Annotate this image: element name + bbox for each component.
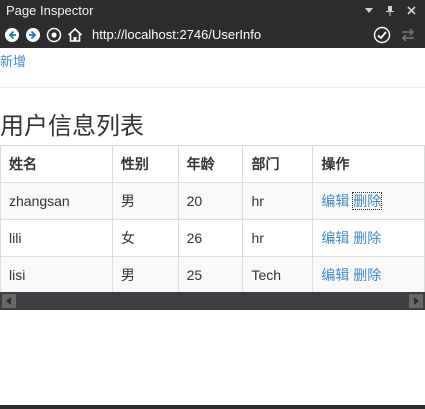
cell-dept: hr: [242, 219, 314, 257]
delete-link[interactable]: 删除: [352, 192, 383, 210]
divider: [0, 87, 425, 88]
check-icon[interactable]: [373, 26, 391, 44]
sync-icon[interactable]: [399, 26, 417, 44]
column-header-name: 姓名: [0, 145, 113, 183]
scroll-right-icon[interactable]: [409, 294, 423, 308]
forward-icon[interactable]: [25, 27, 41, 43]
browse-icon[interactable]: [46, 27, 62, 43]
table-row: lisi 男 25 Tech 编辑 删除: [0, 256, 425, 294]
column-header-age: 年龄: [177, 145, 244, 183]
edit-link[interactable]: 编辑: [321, 230, 349, 246]
dropdown-icon[interactable]: [362, 4, 376, 18]
back-icon[interactable]: [4, 27, 20, 43]
cell-name: lili: [0, 219, 113, 257]
url-field[interactable]: http://localhost:2746/UserInfo: [92, 27, 373, 42]
edit-link[interactable]: 编辑: [321, 267, 349, 283]
cell-age: 20: [177, 182, 244, 220]
cell-actions: 编辑 删除: [312, 256, 425, 294]
new-link[interactable]: 新增: [0, 51, 26, 70]
horizontal-scrollbar[interactable]: [0, 292, 425, 310]
cell-actions: 编辑 删除: [312, 219, 425, 257]
cell-name: lisi: [0, 256, 113, 294]
scroll-left-icon[interactable]: [2, 294, 16, 308]
column-header-gender: 性别: [111, 145, 179, 183]
cell-age: 26: [177, 219, 244, 257]
edit-link[interactable]: 编辑: [321, 193, 349, 209]
column-header-dept: 部门: [242, 145, 314, 183]
cell-dept: Tech: [242, 256, 314, 294]
table-row: lili 女 26 hr 编辑 删除: [0, 219, 425, 257]
cell-name: zhangsan: [0, 182, 113, 220]
home-icon[interactable]: [67, 27, 83, 43]
cell-age: 25: [177, 256, 244, 294]
user-table: 姓名 性别 年龄 部门 操作 zhangsan 男 20 hr 编辑 删除 li…: [0, 145, 425, 294]
pin-icon[interactable]: [383, 4, 397, 18]
bottom-edge: [0, 405, 425, 409]
cell-gender: 男: [111, 182, 179, 220]
window-titlebar: Page Inspector: [0, 0, 425, 21]
column-header-actions: 操作: [312, 145, 425, 183]
window-title: Page Inspector: [6, 3, 94, 18]
page-title: 用户信息列表: [0, 113, 144, 140]
inspector-toolbar: http://localhost:2746/UserInfo: [0, 21, 425, 48]
cell-gender: 男: [111, 256, 179, 294]
cell-dept: hr: [242, 182, 314, 220]
cell-gender: 女: [111, 219, 179, 257]
close-icon[interactable]: [404, 4, 418, 18]
cell-actions: 编辑 删除: [312, 182, 425, 220]
delete-link[interactable]: 删除: [353, 230, 381, 246]
delete-link[interactable]: 删除: [353, 267, 381, 283]
table-row: zhangsan 男 20 hr 编辑 删除: [0, 182, 425, 220]
table-header-row: 姓名 性别 年龄 部门 操作: [0, 145, 425, 183]
